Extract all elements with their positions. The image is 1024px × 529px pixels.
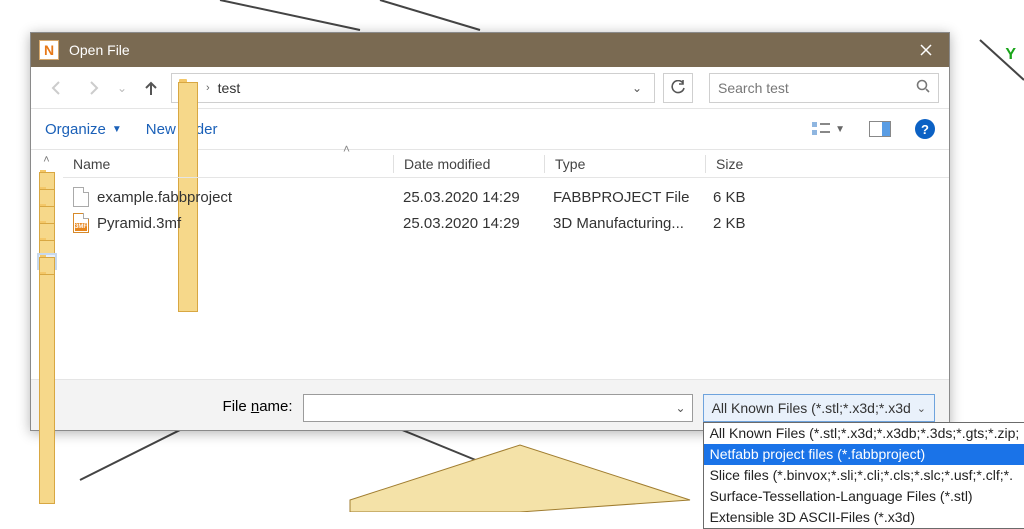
app-icon: N	[39, 40, 59, 60]
address-dropdown-button[interactable]: ⌄	[626, 81, 648, 95]
tree-folder-icon[interactable]	[39, 187, 55, 200]
filter-option[interactable]: Extensible 3D ASCII-Files (*.x3d)	[704, 507, 1024, 528]
column-size[interactable]: Size	[706, 156, 796, 172]
close-button[interactable]	[911, 38, 941, 62]
window-title: Open File	[69, 42, 911, 58]
file-icon	[73, 187, 89, 207]
file-type-filter[interactable]: All Known Files (*.stl;*.x3d;*.x3d ⌄	[703, 394, 935, 422]
filter-option[interactable]: Slice files (*.binvox;*.sli;*.cli;*.cls;…	[704, 465, 1024, 486]
tree-folder-icon[interactable]	[39, 170, 55, 183]
axis-y-label: Y	[1005, 46, 1016, 64]
tree-folder-icon[interactable]	[39, 221, 55, 234]
file-type: FABBPROJECT File	[543, 189, 703, 206]
nav-bar: ⌄ › test ⌄ Search test	[31, 67, 949, 109]
column-type[interactable]: Type	[545, 156, 705, 172]
recent-locations-button[interactable]: ⌄	[113, 72, 131, 104]
chevron-up-icon[interactable]: ˄	[43, 154, 49, 166]
address-bar[interactable]: › test ⌄	[171, 73, 655, 103]
file-size: 6 KB	[703, 189, 793, 206]
column-headers: Name Date modified Type Size	[63, 150, 949, 178]
open-file-dialog: N Open File ⌄ › test ⌄ Search test	[30, 32, 950, 431]
file-list: ˄ Name Date modified Type Size example.f…	[63, 150, 949, 379]
sort-indicator-icon: ˄	[343, 142, 350, 156]
folder-icon	[178, 79, 198, 97]
help-button[interactable]: ?	[915, 119, 935, 139]
organize-label: Organize	[45, 121, 106, 138]
folder-tree[interactable]: ˄ ˅	[31, 150, 63, 379]
file-size: 2 KB	[703, 215, 793, 232]
tree-folder-selected[interactable]	[39, 255, 55, 268]
table-row[interactable]: example.fabbproject 25.03.2020 14:29FABBP…	[63, 184, 949, 210]
chevron-down-icon[interactable]: ⌄	[676, 401, 686, 415]
chevron-down-icon: ▼	[835, 124, 845, 135]
file-date: 25.03.2020 14:29	[393, 215, 543, 232]
file-date: 25.03.2020 14:29	[393, 189, 543, 206]
up-button[interactable]	[135, 72, 167, 104]
back-button[interactable]	[41, 72, 73, 104]
file-type-dropdown: All Known Files (*.stl;*.x3d;*.x3db;*.3d…	[703, 422, 1024, 529]
column-name[interactable]: Name	[63, 156, 393, 172]
current-folder: test	[218, 80, 241, 96]
refresh-button[interactable]	[663, 73, 693, 103]
chevron-down-icon: ⌄	[917, 402, 926, 415]
search-input[interactable]: Search test	[709, 73, 939, 103]
tree-folder-icon[interactable]	[39, 238, 55, 251]
filter-option[interactable]: Netfabb project files (*.fabbproject)	[704, 444, 1024, 465]
view-options-button[interactable]: ▼	[811, 121, 845, 137]
organize-menu[interactable]: Organize ▼	[45, 121, 122, 138]
forward-button[interactable]	[77, 72, 109, 104]
filename-label: File name:	[45, 394, 293, 415]
toolbar: Organize ▼ New folder ▼ ?	[31, 109, 949, 149]
chevron-right-icon: ›	[206, 82, 210, 94]
file-type: 3D Manufacturing...	[543, 215, 703, 232]
file-name: Pyramid.3mf	[97, 215, 181, 232]
titlebar: N Open File	[31, 33, 949, 67]
filter-option[interactable]: Surface-Tessellation-Language Files (*.s…	[704, 486, 1024, 507]
file-name: example.fabbproject	[97, 189, 232, 206]
search-placeholder: Search test	[718, 80, 916, 96]
tree-folder-icon[interactable]	[39, 272, 55, 285]
view-list-icon	[811, 121, 831, 137]
preview-pane-icon	[869, 121, 891, 137]
footer: File name: ⌄ All Known Files (*.stl;*.x3…	[31, 379, 949, 430]
search-icon	[916, 79, 930, 96]
filter-option[interactable]: All Known Files (*.stl;*.x3d;*.x3db;*.3d…	[704, 423, 1024, 444]
file-3mf-icon: 3MF	[73, 213, 89, 233]
tree-folder-icon[interactable]	[39, 204, 55, 217]
preview-pane-button[interactable]	[869, 121, 891, 137]
chevron-down-icon: ▼	[112, 124, 122, 135]
filter-selected-label: All Known Files (*.stl;*.x3d;*.x3d	[712, 400, 911, 416]
filename-input[interactable]: ⌄	[303, 394, 693, 422]
table-row[interactable]: 3MF Pyramid.3mf 25.03.2020 14:293D Manufac…	[63, 210, 949, 236]
column-date[interactable]: Date modified	[394, 156, 544, 172]
